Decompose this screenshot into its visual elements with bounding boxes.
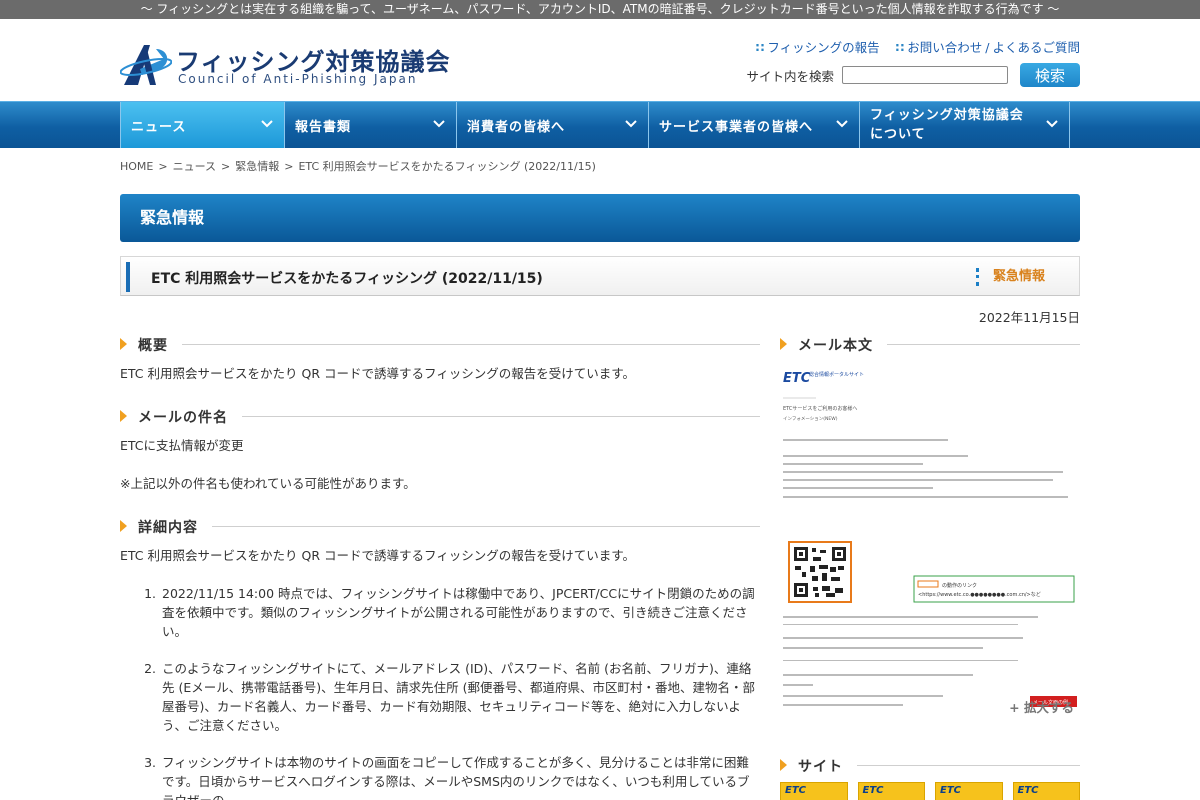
nav-label: ニュース	[131, 119, 187, 135]
article-title-box: ETC 利用照会サービスをかたるフィッシング (2022/11/15) 緊急情報	[120, 256, 1080, 296]
section-title: 概要	[138, 335, 182, 355]
logo-ap-mark-icon	[120, 45, 172, 85]
nav-label: 消費者の皆様へ	[467, 119, 566, 135]
section-heading-subject: メールの件名	[120, 402, 760, 430]
category-tag[interactable]: 緊急情報	[975, 268, 1045, 286]
breadcrumb-urgent[interactable]: 緊急情報	[235, 160, 279, 173]
section-title: メール本文	[798, 335, 887, 355]
link-bullet: ∷	[895, 40, 905, 55]
chevron-down-icon	[836, 120, 848, 128]
orange-triangle-icon	[120, 520, 127, 532]
breadcrumb-separator: >	[221, 160, 231, 173]
orange-triangle-icon	[780, 759, 787, 771]
article-title: ETC 利用照会サービスをかたるフィッシング (2022/11/15)	[151, 271, 543, 287]
phishing-mail-screenshot[interactable]: ETC 総合情報ポータルサイト ETCサービスをご利用のお客様へ インフォメーシ…	[780, 362, 1080, 712]
mail-link-box-label: の動作のリンク	[942, 582, 977, 589]
mail-greeting: ETCサービスをご利用のお客様へ	[783, 405, 857, 412]
site-thumbnail[interactable]: ETC	[780, 782, 848, 800]
expand-button[interactable]: + 拡大する	[1009, 697, 1074, 716]
search-button[interactable]: 検索	[1020, 63, 1080, 87]
top-tagline: 〜 フィッシングとは実在する組織を騙って、ユーザネーム、パスワード、アカウントI…	[0, 0, 1200, 19]
orange-triangle-icon	[120, 338, 127, 350]
section-title: 詳細内容	[138, 517, 212, 537]
report-phishing-link[interactable]: フィッシングの報告	[767, 40, 879, 55]
list-item: フィッシングサイトは本物のサイトの画面をコピーして作成することが多く、見分けるこ…	[160, 753, 760, 800]
mail-link-box-url: <https://www.etc.co.●●●●●●●●.com.cn/>など	[918, 591, 1041, 598]
mail-logo: ETC	[783, 371, 811, 386]
link-bullet: ∷	[755, 40, 765, 55]
link-separator: /	[985, 40, 990, 55]
section-title: サイト	[798, 756, 857, 776]
breadcrumb-separator: >	[284, 160, 294, 173]
breadcrumb-news[interactable]: ニュース	[173, 160, 216, 173]
faq-link[interactable]: よくあるご質問	[992, 40, 1080, 55]
expand-label: 拡大する	[1023, 700, 1074, 715]
subject-text: ETCに支払情報が変更	[120, 438, 244, 453]
sidebar: メール本文 ETC 総合情報ポータルサイト ETCサービスをご利用のお客様へ イ…	[780, 330, 1080, 800]
details-list: 2022/11/15 14:00 時点では、フィッシングサイトは稼働中であり、J…	[160, 584, 760, 800]
overview-text: ETC 利用照会サービスをかたり QR コードで誘導するフィッシングの報告を受け…	[120, 366, 635, 381]
details-text: ETC 利用照会サービスをかたり QR コードで誘導するフィッシングの報告を受け…	[120, 548, 635, 563]
category-banner: 緊急情報	[120, 194, 1080, 242]
orange-triangle-icon	[780, 338, 787, 350]
plus-icon: +	[1009, 700, 1024, 715]
subject-note: ※上記以外の件名も使われている可能性があります。	[120, 476, 416, 491]
nav-item-news[interactable]: ニュース	[120, 102, 285, 148]
section-heading-site: サイト	[780, 751, 1080, 779]
chevron-down-icon	[433, 120, 445, 128]
site-search: サイト内を検索 検索	[746, 63, 1080, 87]
section-heading-mail: メール本文	[780, 330, 1080, 358]
nav-label: 報告書類	[295, 119, 352, 135]
nav-item-consumers[interactable]: 消費者の皆様へ	[457, 102, 649, 148]
site-thumbnails: ETC ETC ETC ETC	[780, 782, 1080, 800]
site-thumbnail[interactable]: ETC	[857, 782, 925, 800]
mail-header-text: 総合情報ポータルサイト	[809, 371, 864, 378]
breadcrumb-separator: >	[158, 160, 168, 173]
section-title: メールの件名	[138, 407, 242, 427]
nav-label: フィッシング対策協議会 について	[870, 106, 1024, 144]
chevron-down-icon	[1046, 120, 1058, 128]
section-heading-details: 詳細内容	[120, 512, 760, 540]
logo-subtitle: Council of Anti-Phishing Japan	[178, 72, 418, 86]
header-links: ∷ フィッシングの報告 ∷ お問い合わせ / よくあるご質問	[756, 37, 1080, 56]
site-header: フィッシング対策協議会 Council of Anti-Phishing Jap…	[0, 19, 1200, 101]
nav-item-reports[interactable]: 報告書類	[285, 102, 457, 148]
breadcrumb-current: ETC 利用照会サービスをかたるフィッシング (2022/11/15)	[298, 160, 596, 173]
list-item: このようなフィッシングサイトにて、メールアドレス (ID)、パスワード、名前 (…	[160, 659, 760, 735]
chevron-down-icon	[625, 120, 637, 128]
section-heading-overview: 概要	[120, 330, 760, 358]
mail-preview: ETC 総合情報ポータルサイト ETCサービスをご利用のお客様へ インフォメーシ…	[780, 362, 1080, 712]
mail-subheader: インフォメーション(NEW)	[783, 416, 838, 422]
chevron-down-icon	[261, 120, 273, 128]
breadcrumb: HOME > ニュース > 緊急情報 > ETC 利用照会サービスをかたるフィッシング (2…	[120, 158, 596, 174]
title-accent-bar	[126, 262, 130, 292]
nav-label: サービス事業者の皆様へ	[659, 119, 814, 135]
nav-item-about[interactable]: フィッシング対策協議会 について	[860, 102, 1070, 148]
orange-triangle-icon	[120, 410, 127, 422]
breadcrumb-home[interactable]: HOME	[120, 160, 153, 173]
nav-item-service-providers[interactable]: サービス事業者の皆様へ	[649, 102, 860, 148]
article-date: 2022年11月15日	[978, 310, 1080, 325]
site-thumbnail[interactable]: ETC	[1012, 782, 1080, 800]
nav-label-line2: について	[870, 127, 926, 142]
site-logo[interactable]: フィッシング対策協議会 Council of Anti-Phishing Jap…	[120, 41, 450, 89]
list-item: 2022/11/15 14:00 時点では、フィッシングサイトは稼働中であり、J…	[160, 584, 760, 641]
main-nav: ニュース 報告書類 消費者の皆様へ サービス事業者の皆様へ フィッシング対策協議…	[0, 101, 1200, 148]
site-thumbnail[interactable]: ETC	[935, 782, 1003, 800]
search-label: サイト内を検索	[746, 68, 834, 84]
contact-link[interactable]: お問い合わせ	[907, 40, 982, 55]
nav-label-line1: フィッシング対策協議会	[870, 108, 1024, 123]
article-body: 概要 ETC 利用照会サービスをかたり QR コードで誘導するフィッシングの報告…	[120, 330, 760, 800]
search-input[interactable]	[842, 66, 1008, 84]
